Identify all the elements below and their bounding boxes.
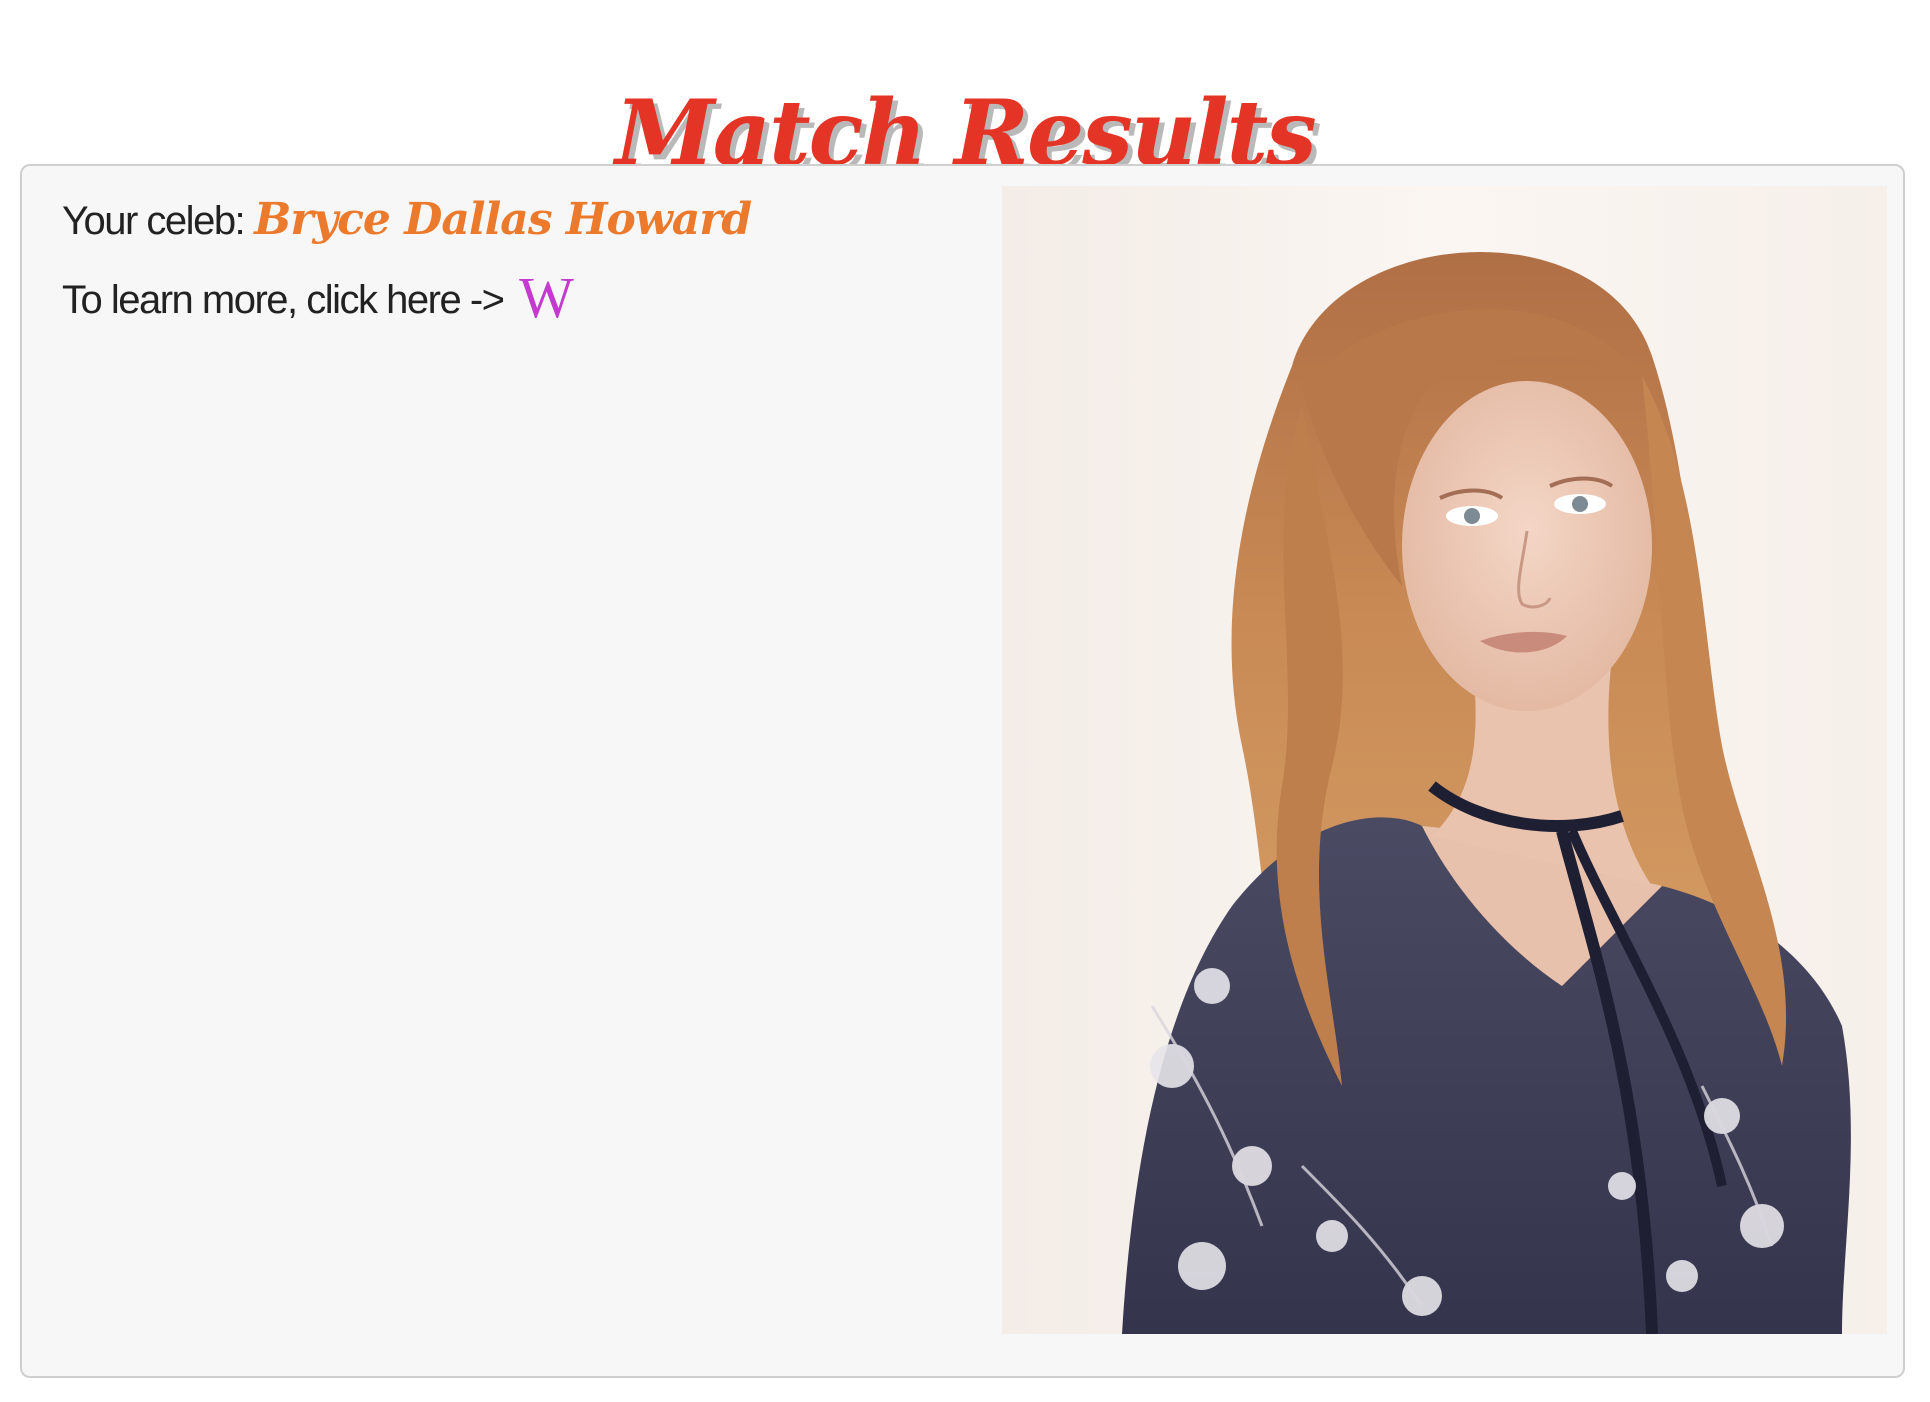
wikipedia-link[interactable]: W [519,265,574,330]
celeb-label: Your celeb: [62,199,246,243]
learn-more-label: To learn more, click here -> [62,278,505,322]
celeb-line: Your celeb: Bryce Dallas Howard [62,194,752,245]
wikipedia-w-icon: W [519,265,574,330]
learn-more-line: To learn more, click here -> W [62,264,574,331]
celeb-photo [1002,186,1887,1334]
celeb-name: Bryce Dallas Howard [254,194,752,245]
match-result-card: Your celeb: Bryce Dallas Howard To learn … [20,164,1905,1378]
